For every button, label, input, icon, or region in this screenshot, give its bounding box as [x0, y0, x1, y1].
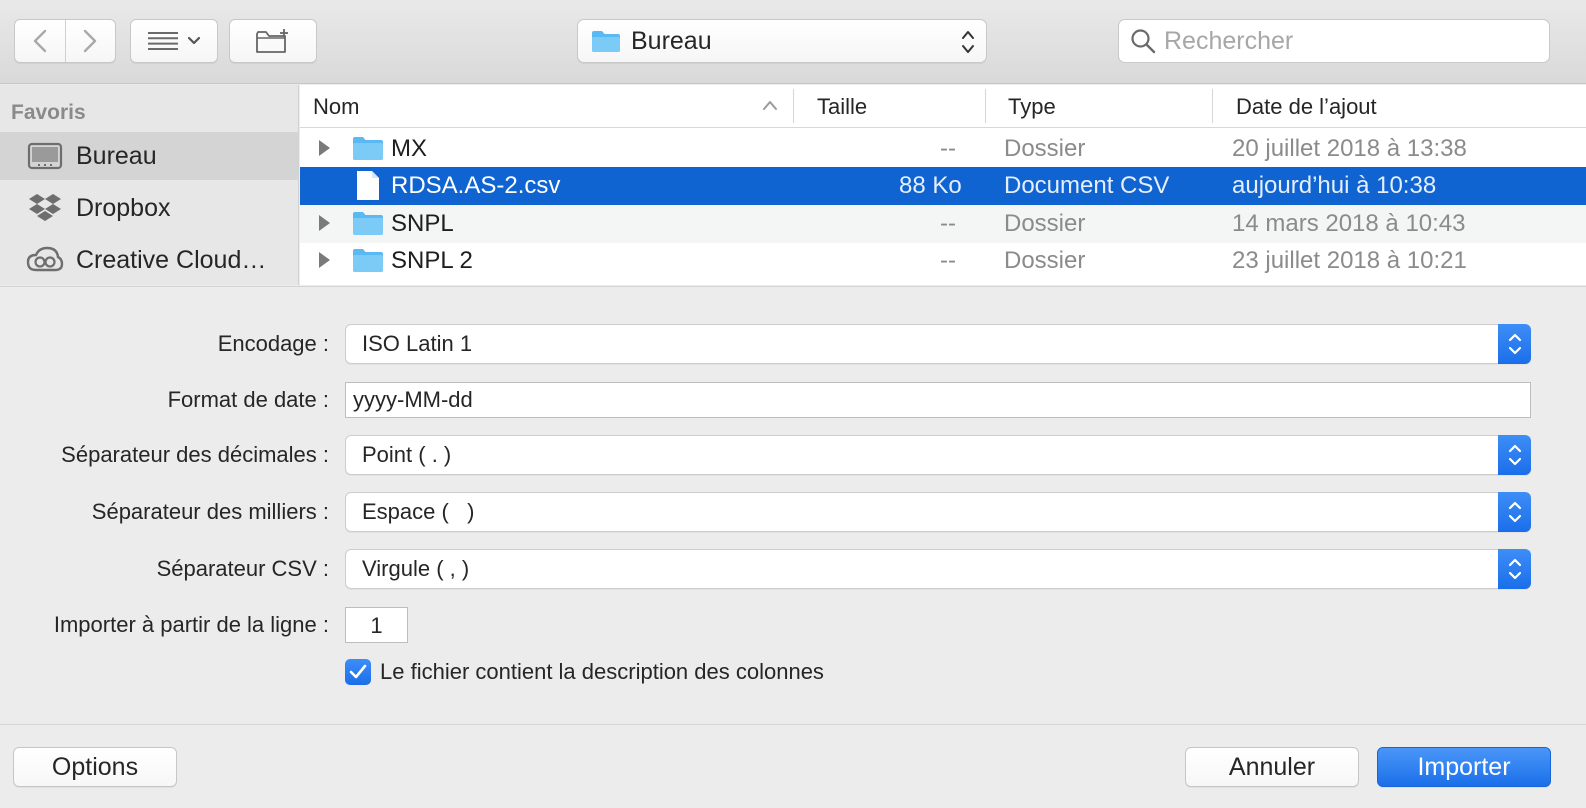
date-format-input[interactable]: [345, 382, 1531, 418]
popup-stepper: [1498, 435, 1531, 475]
start-line-label: Importer à partir de la ligne :: [53, 612, 329, 637]
disclosure-triangle-icon[interactable]: [317, 251, 331, 269]
csv-separator-label: Séparateur CSV :: [156, 556, 329, 581]
import-button[interactable]: Importer: [1377, 747, 1551, 787]
encoding-value: ISO Latin 1: [362, 331, 473, 356]
cancel-button[interactable]: Annuler: [1185, 747, 1359, 787]
file-row-snpl-2[interactable]: SNPL 2 -- Dossier 23 juillet 2018 à 10:2…: [300, 242, 1586, 280]
sidebar-item-label: Creative Cloud…: [76, 245, 267, 274]
file-name: SNPL 2: [391, 246, 473, 274]
header-checkbox-label: Le fichier contient la description des c…: [380, 659, 824, 684]
csv-separator-value: Virgule ( , ): [362, 556, 470, 581]
decimal-separator-label: Séparateur des décimales :: [61, 442, 329, 467]
decimal-separator-value: Point ( . ): [362, 442, 452, 467]
thousands-separator-popup[interactable]: Espace ( ): [345, 492, 1531, 532]
back-button[interactable]: [15, 20, 65, 62]
folder-icon: [592, 31, 620, 52]
file-date: 14 mars 2018 à 10:43: [1232, 209, 1466, 237]
file-row-mx[interactable]: MX -- Dossier 20 juillet 2018 à 13:38: [300, 130, 1586, 168]
navigation-group: [14, 19, 116, 63]
folder-icon: [353, 249, 383, 272]
column-divider[interactable]: [793, 89, 794, 123]
header-checkbox-row[interactable]: Le fichier contient la description des c…: [345, 659, 824, 685]
thousands-separator-label: Séparateur des milliers :: [91, 499, 329, 524]
date-format-label: Format de date :: [167, 387, 329, 412]
location-popup[interactable]: Bureau: [577, 19, 987, 63]
file-date: aujourd’hui à 10:38: [1232, 171, 1437, 199]
chevron-right-icon: [84, 29, 97, 53]
sidebar-item-label: Bureau: [76, 141, 157, 170]
up-down-arrows-icon: [1508, 333, 1521, 355]
column-type[interactable]: Type: [1008, 85, 1056, 128]
new-folder-button[interactable]: [229, 19, 317, 63]
column-divider[interactable]: [985, 89, 986, 123]
popup-stepper: [1498, 492, 1531, 532]
dialog-footer: Options Annuler Importer: [0, 724, 1586, 808]
toolbar: Bureau: [0, 0, 1586, 84]
csv-separator-popup[interactable]: Virgule ( , ): [345, 549, 1531, 589]
sidebar-section-title: Favoris: [11, 101, 86, 124]
import-options-form: Encodage : ISO Latin 1 Format de date : …: [0, 286, 1586, 724]
location-label: Bureau: [631, 26, 712, 55]
thousands-separator-value: Espace ( ): [362, 499, 475, 524]
file-type: Dossier: [1004, 134, 1086, 162]
chevron-down-icon: [187, 36, 201, 45]
file-date: 20 juillet 2018 à 13:38: [1232, 134, 1467, 162]
up-down-arrows-icon: [1508, 501, 1521, 523]
sidebar-item-creative-cloud[interactable]: Creative Cloud…: [0, 236, 298, 284]
file-type: Dossier: [1004, 209, 1086, 237]
search-field: [1118, 19, 1550, 63]
encoding-popup[interactable]: ISO Latin 1: [345, 324, 1531, 364]
new-folder-icon: [256, 29, 288, 53]
chevron-left-icon: [33, 29, 47, 53]
decimal-separator-popup[interactable]: Point ( . ): [345, 435, 1531, 475]
column-size[interactable]: Taille: [817, 85, 867, 128]
header-checkbox[interactable]: [345, 659, 371, 685]
file-name: SNPL: [391, 209, 454, 237]
file-size: --: [940, 246, 956, 274]
sidebar: Favoris Bureau Dropbox Creative Cloud…: [0, 85, 299, 285]
sidebar-item-bureau[interactable]: Bureau: [0, 132, 298, 180]
sort-ascending-icon: [763, 101, 777, 110]
file-name: RDSA.AS-2.csv: [391, 171, 561, 199]
disclosure-triangle-icon[interactable]: [317, 214, 331, 232]
forward-button[interactable]: [64, 20, 115, 62]
file-name: MX: [391, 134, 427, 162]
view-mode-button[interactable]: [130, 19, 218, 63]
start-line-input[interactable]: [345, 607, 408, 643]
document-icon: [357, 171, 379, 200]
file-size: --: [940, 134, 956, 162]
up-down-arrows-icon: [1508, 444, 1521, 466]
disclosure-triangle-icon[interactable]: [317, 139, 331, 157]
list-view-icon: [148, 32, 178, 50]
popup-stepper: [1498, 324, 1531, 364]
popup-stepper: [1498, 549, 1531, 589]
column-name[interactable]: Nom: [313, 85, 359, 128]
file-row-snpl[interactable]: SNPL -- Dossier 14 mars 2018 à 10:43: [300, 205, 1586, 243]
up-down-arrows-icon: [962, 31, 974, 53]
file-size: 88 Ko: [899, 171, 962, 199]
search-input[interactable]: [1164, 26, 1544, 56]
sidebar-item-label: Dropbox: [76, 193, 171, 222]
search-icon: [1131, 29, 1156, 54]
file-type: Dossier: [1004, 246, 1086, 274]
desktop-icon: [27, 142, 63, 170]
checkmark-icon: [349, 664, 367, 679]
column-divider[interactable]: [1212, 89, 1213, 123]
encoding-label: Encodage :: [217, 331, 329, 356]
options-button[interactable]: Options: [13, 747, 177, 787]
column-date[interactable]: Date de l’ajout: [1236, 85, 1377, 128]
folder-icon: [353, 212, 383, 235]
file-date: 23 juillet 2018 à 10:21: [1232, 246, 1467, 274]
file-type: Document CSV: [1004, 171, 1170, 199]
file-row-rdsa-csv[interactable]: RDSA.AS-2.csv 88 Ko Document CSV aujourd…: [300, 167, 1586, 205]
creative-cloud-icon: [26, 246, 64, 272]
file-size: --: [940, 209, 956, 237]
folder-icon: [353, 137, 383, 160]
file-list: Nom Taille Type Date de l’ajout MX -- Do…: [300, 85, 1586, 285]
up-down-arrows-icon: [1508, 558, 1521, 580]
dropbox-icon: [29, 194, 61, 221]
sidebar-item-dropbox[interactable]: Dropbox: [0, 184, 298, 232]
column-header: Nom Taille Type Date de l’ajout: [300, 85, 1586, 128]
